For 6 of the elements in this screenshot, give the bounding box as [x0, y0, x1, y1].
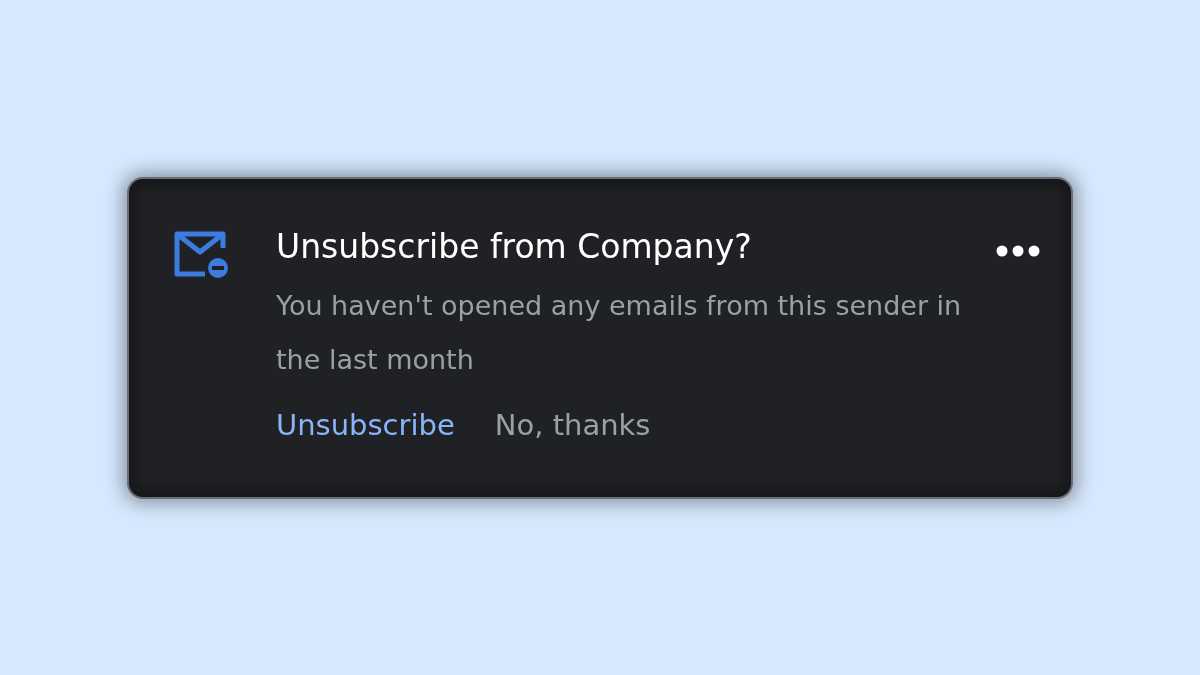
message-text: You haven't opened any emails from this sender in the last month [276, 288, 963, 377]
dialog-title: Unsubscribe from Company? [276, 225, 753, 268]
dismiss-button[interactable]: No, thanks [494, 404, 651, 445]
unsubscribe-button[interactable]: Unsubscribe [276, 404, 455, 445]
mail-remove-icon [173, 229, 231, 278]
more-options-icon[interactable] [996, 244, 1040, 257]
